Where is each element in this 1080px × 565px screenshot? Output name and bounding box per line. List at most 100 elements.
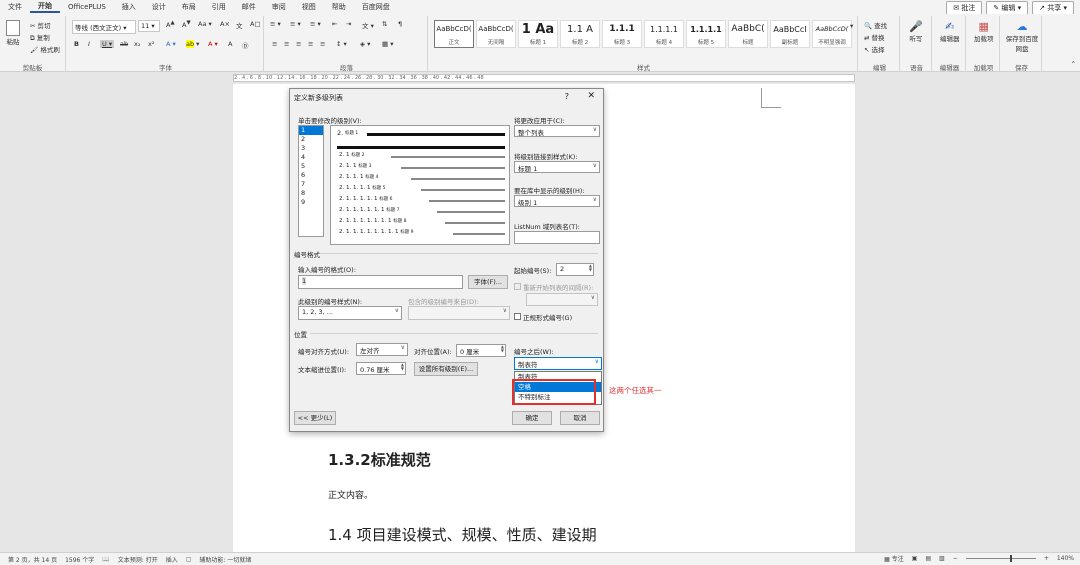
proofing-icon[interactable]: 📖 (102, 556, 109, 563)
style-heading-2[interactable]: 1.1 A 标题 2 (560, 20, 600, 48)
restart-select[interactable]: ∨ (526, 293, 598, 306)
font-size-select[interactable]: 11 ▾ (138, 20, 160, 32)
tab-baidu[interactable]: 百度网盘 (354, 2, 398, 12)
gallery-level-select[interactable]: 级别 1 ∨ (514, 195, 600, 207)
level-item[interactable]: 9 (299, 198, 323, 207)
style-title[interactable]: AaBbC(标题 (728, 20, 768, 48)
numbering-button[interactable]: ≡ ▾ (290, 20, 301, 28)
chinese-layout-button[interactable]: 文 ▾ (362, 20, 374, 30)
level-item[interactable]: 4 (299, 153, 323, 162)
style-heading-1[interactable]: 1 Aa 标题 1 (518, 20, 558, 48)
page-count[interactable]: 第 2 页，共 14 页 (8, 555, 57, 564)
focus-mode-button[interactable]: ▦ 专注 (884, 554, 904, 563)
document-body-text[interactable]: 正文内容。 (328, 488, 373, 501)
level-item[interactable]: 2 (299, 135, 323, 144)
level-item[interactable]: 8 (299, 189, 323, 198)
horizontal-ruler[interactable]: 2 . 4 . 6 . 8 . 10 . 12 . 14 . 16 . 18 .… (233, 74, 855, 82)
justify-button[interactable]: ≡ (308, 40, 313, 48)
start-at-spinner[interactable]: 2 ▲ ▼ (556, 263, 594, 276)
less-button[interactable]: << 更少(L) (294, 411, 336, 425)
tab-design[interactable]: 设计 (144, 2, 174, 12)
set-all-levels-button[interactable]: 设置所有级别(E)... (414, 362, 478, 376)
align-right-button[interactable]: ≡ (296, 40, 301, 48)
zoom-slider[interactable] (965, 555, 1036, 562)
enter-format-input[interactable]: 1 (298, 275, 463, 289)
level-item[interactable]: 5 (299, 162, 323, 171)
multilevel-list-button[interactable]: ≡ ▾ (310, 20, 321, 28)
show-marks-button[interactable]: ¶ (398, 20, 402, 28)
enclose-char-icon[interactable]: Ⓓ (242, 40, 249, 50)
cut-button[interactable]: ✂ 剪切 (30, 20, 51, 30)
listnum-input[interactable] (514, 231, 600, 244)
save-baidu-button[interactable]: ☁ 保存到百度网盘 (1004, 20, 1040, 53)
distribute-button[interactable]: ≡ (320, 40, 325, 48)
document-heading[interactable]: 1.3.2标准规范 (328, 449, 431, 470)
strikethrough-button[interactable]: ab (120, 40, 128, 48)
highlight-button[interactable]: ab ▾ (186, 40, 199, 48)
font-button[interactable]: 字体(F)... (468, 275, 508, 289)
italic-button[interactable]: I (88, 40, 90, 48)
addins-button[interactable]: ▦ 加载项 (974, 20, 994, 43)
decrease-indent-button[interactable]: ⇤ (332, 20, 337, 28)
level-list[interactable]: 1 2 3 4 5 6 7 8 9 (298, 125, 324, 237)
level-item[interactable]: 7 (299, 180, 323, 189)
indent-spinner[interactable]: 0.76 厘米 ▲ ▼ (356, 362, 406, 375)
level-item[interactable]: 3 (299, 144, 323, 153)
zoom-slider-thumb[interactable] (1009, 555, 1012, 562)
macro-icon[interactable]: ▢ (186, 556, 192, 563)
editor-button[interactable]: ✍ 编辑器 (940, 20, 960, 43)
cancel-button[interactable]: 取消 (560, 411, 600, 425)
char-shading-icon[interactable]: A (228, 40, 232, 48)
insert-mode[interactable]: 插入 (166, 555, 178, 564)
share-button[interactable]: ↗ 共享 ▾ (1032, 1, 1074, 15)
borders-button[interactable]: ▦ ▾ (382, 40, 393, 48)
style-subtitle[interactable]: AaBbCcI 副标题 (770, 20, 810, 48)
select-button[interactable]: ↖ 选择 (864, 44, 885, 54)
editing-mode-button[interactable]: ✎ 编辑 ▾ (986, 1, 1029, 15)
bold-button[interactable]: B (74, 40, 79, 48)
style-heading-4[interactable]: 1.1.1.1 标题 4 (644, 20, 684, 48)
tab-layout[interactable]: 布局 (174, 2, 204, 12)
underline-button[interactable]: U ▾ (100, 40, 115, 48)
copy-button[interactable]: ⧉ 复制 (30, 32, 50, 43)
style-heading-5[interactable]: 1.1.1.1 标题 5 (686, 20, 726, 48)
tab-view[interactable]: 视图 (294, 2, 324, 12)
grow-font-button[interactable]: A▲ (166, 20, 175, 29)
font-name-select[interactable]: 等线 (西文正文) ▾ (72, 20, 136, 34)
tab-officeplus[interactable]: OfficePLUS (60, 3, 114, 11)
superscript-button[interactable]: x² (148, 40, 154, 48)
increase-indent-button[interactable]: ⇥ (346, 20, 351, 28)
comments-button[interactable]: ✉ 批注 (946, 1, 983, 15)
zoom-level[interactable]: 140% (1057, 555, 1074, 562)
subscript-button[interactable]: x₂ (134, 40, 140, 48)
tab-insert[interactable]: 插入 (114, 2, 144, 12)
line-spacing-button[interactable]: ↕ ▾ (336, 40, 347, 48)
styles-more-icon[interactable]: ▾ (850, 22, 853, 30)
text-effects-button[interactable]: A ▾ (166, 40, 176, 48)
style-subtle-emphasis[interactable]: AaBbCcD(不明显强调 (812, 20, 852, 48)
clear-format-icon[interactable]: A⨯ (220, 20, 230, 28)
alignment-select[interactable]: 左对齐 ∨ (356, 343, 408, 356)
format-painter-button[interactable]: 🖌 格式刷 (30, 44, 60, 54)
include-level-select[interactable]: ∨ (408, 306, 510, 320)
change-case-button[interactable]: Aa ▾ (198, 20, 212, 28)
aligned-at-spinner[interactable]: 0 厘米 ▲ ▼ (456, 344, 506, 357)
collapse-ribbon-icon[interactable]: ⌃ (1071, 60, 1076, 68)
tab-review[interactable]: 审阅 (264, 2, 294, 12)
bullets-button[interactable]: ≡ ▾ (270, 20, 281, 28)
font-color-button[interactable]: A ▾ (208, 40, 218, 48)
document-heading-2[interactable]: 1.4 项目建设模式、规模、性质、建设期 (328, 524, 597, 545)
style-no-spacing[interactable]: AaBbCcD(无间隔 (476, 20, 516, 48)
dictate-button[interactable]: 🎤 听写 (909, 20, 923, 43)
word-count[interactable]: 1596 个字 (65, 555, 94, 564)
zoom-out-icon[interactable]: − (953, 555, 958, 562)
restart-checkbox[interactable] (514, 283, 521, 290)
read-mode-icon[interactable]: ▣ (912, 555, 918, 562)
follow-number-select[interactable]: 制表符 ∨ (514, 357, 602, 370)
tab-home[interactable]: 开始 (30, 1, 60, 13)
tab-mailings[interactable]: 邮件 (234, 2, 264, 12)
style-normal[interactable]: AaBbCcD(正文 (434, 20, 474, 48)
border-char-icon[interactable]: A□ (250, 20, 261, 28)
accessibility-status[interactable]: 辅助功能: 一切就绪 (199, 555, 251, 564)
tab-references[interactable]: 引用 (204, 2, 234, 12)
